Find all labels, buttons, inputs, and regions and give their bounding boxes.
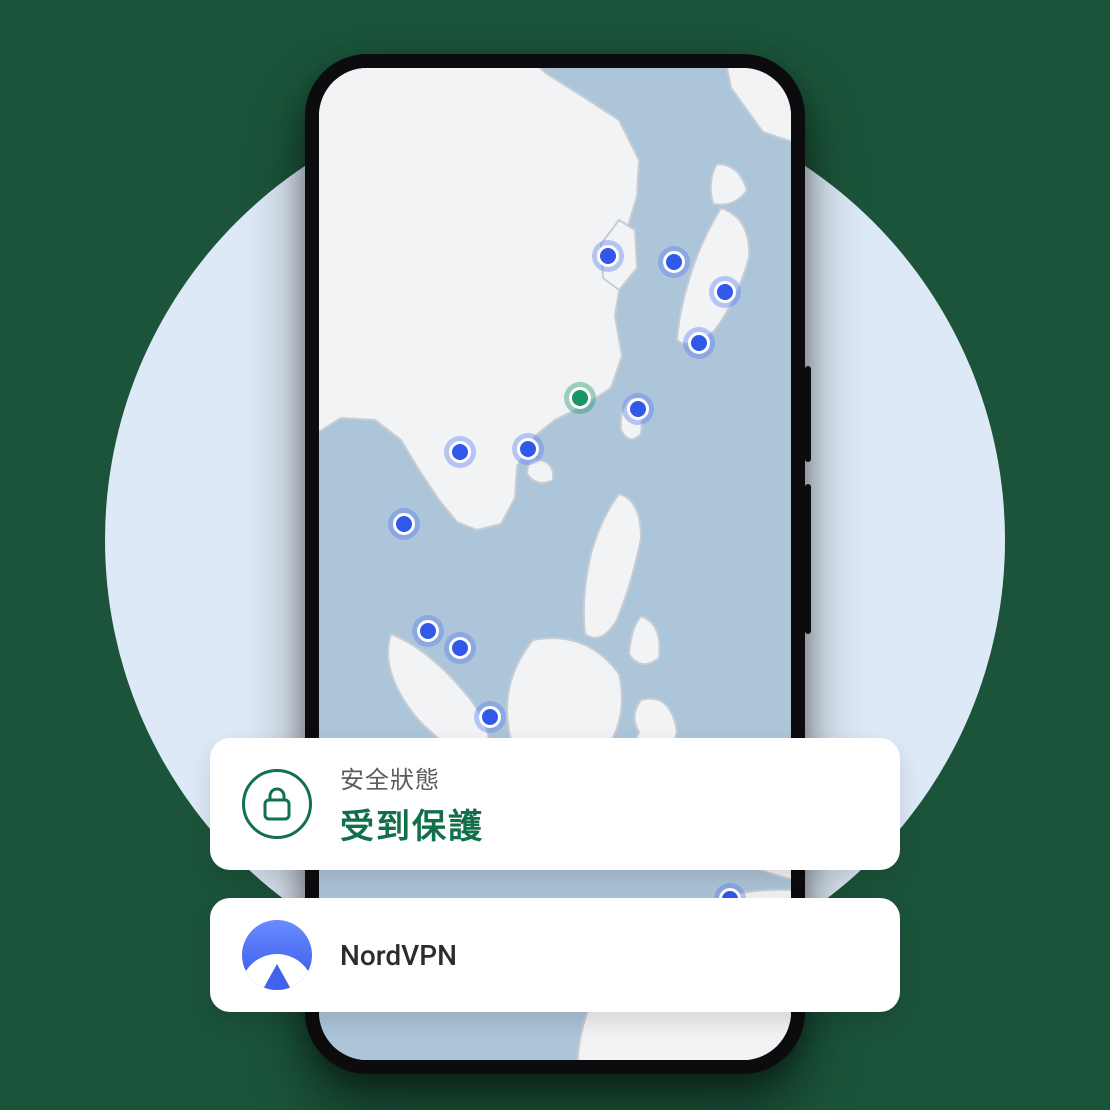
nordvpn-icon: [242, 920, 312, 990]
status-label: 安全狀態: [340, 760, 484, 795]
lock-icon: [242, 769, 312, 839]
status-value: 受到保護: [340, 799, 484, 848]
overlay-cards: 安全狀態 受到保護 NordVPN: [210, 738, 900, 1012]
app-name: NordVPN: [340, 939, 457, 972]
security-status-card[interactable]: 安全狀態 受到保護: [210, 738, 900, 870]
app-card[interactable]: NordVPN: [210, 898, 900, 1012]
